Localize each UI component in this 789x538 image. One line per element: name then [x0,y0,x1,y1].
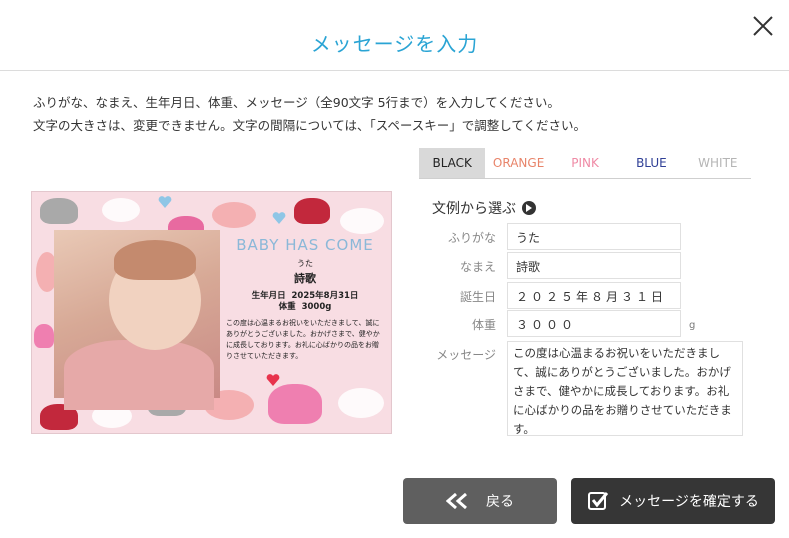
circle-arrow-right-icon [522,201,536,215]
cloud-decoration [102,198,140,222]
elephant-decoration [268,384,322,424]
tab-blue[interactable]: BLUE [618,148,684,178]
double-chevron-left-icon [446,493,467,509]
cloud-decoration [212,202,256,228]
heart-icon [158,196,172,208]
card-furigana: うた [297,259,313,268]
dob-label: 誕生日 [459,290,496,304]
card-headline: BABY HAS COME [236,236,374,254]
elephant-decoration [294,198,330,224]
dob-field[interactable]: ２０２５年８月３１日 [507,282,681,309]
tab-black[interactable]: BLACK [419,148,486,178]
message-label: メッセージ [436,348,496,362]
checkbox-icon [588,492,609,510]
instructions: ふりがな、なまえ、生年月日、体重、メッセージ（全90文字 5行まで）を入力してく… [33,91,586,137]
examples-label: 文例から選ぶ [432,201,516,217]
furigana-label: ふりがな [447,231,496,245]
baby-photo [54,230,220,410]
elephant-decoration [40,198,78,224]
dialog-header: メッセージを入力 [0,0,789,71]
furigana-field[interactable]: うた [507,223,681,250]
message-field[interactable]: この度は心温まるお祝いをいただきまして、誠にありがとうございました。おかげさまで… [507,341,743,436]
text-color-tabs: BLACK ORANGE PINK BLUE WHITE [419,148,751,179]
select-example-link[interactable]: 文例から選ぶ [432,198,536,218]
tab-white[interactable]: WHITE [685,148,751,178]
heart-icon [272,212,286,224]
card-weight: 体重 3000g [225,300,385,312]
tab-pink[interactable]: PINK [552,148,618,178]
elephant-decoration [34,324,54,348]
heart-icon [266,374,280,386]
card-name: 詩歌 [294,272,316,285]
card-weight-value: 3000g [301,302,332,312]
confirm-button-label: メッセージを確定する [619,494,759,510]
name-field[interactable]: 詩歌 [507,252,681,279]
instruction-line-1: ふりがな、なまえ、生年月日、体重、メッセージ（全90文字 5行まで）を入力してく… [33,95,560,110]
name-label: なまえ [459,260,496,274]
instruction-line-2: 文字の大きさは、変更できません。文字の間隔については、「スペースキー」で調整して… [33,118,587,133]
dialog-title: メッセージを入力 [310,32,479,56]
confirm-message-button[interactable]: メッセージを確定する [571,478,775,524]
close-icon[interactable] [751,14,775,38]
weight-unit: g [689,320,696,331]
card-preview: BABY HAS COME うた 詩歌 生年月日 2025年8月31日 体重 3… [31,191,392,434]
weight-label: 体重 [471,318,496,332]
weight-field[interactable]: ３０００ [507,310,681,337]
back-button[interactable]: 戻る [403,478,557,524]
cloud-decoration [338,388,384,418]
card-message: この度は心温まるお祝いをいただきまして、誠にありがとうございました。おかげさまで… [226,319,380,360]
cloud-decoration [340,208,384,234]
card-weight-label: 体重 [278,302,296,312]
tab-orange[interactable]: ORANGE [485,148,551,178]
back-button-label: 戻る [486,494,514,510]
